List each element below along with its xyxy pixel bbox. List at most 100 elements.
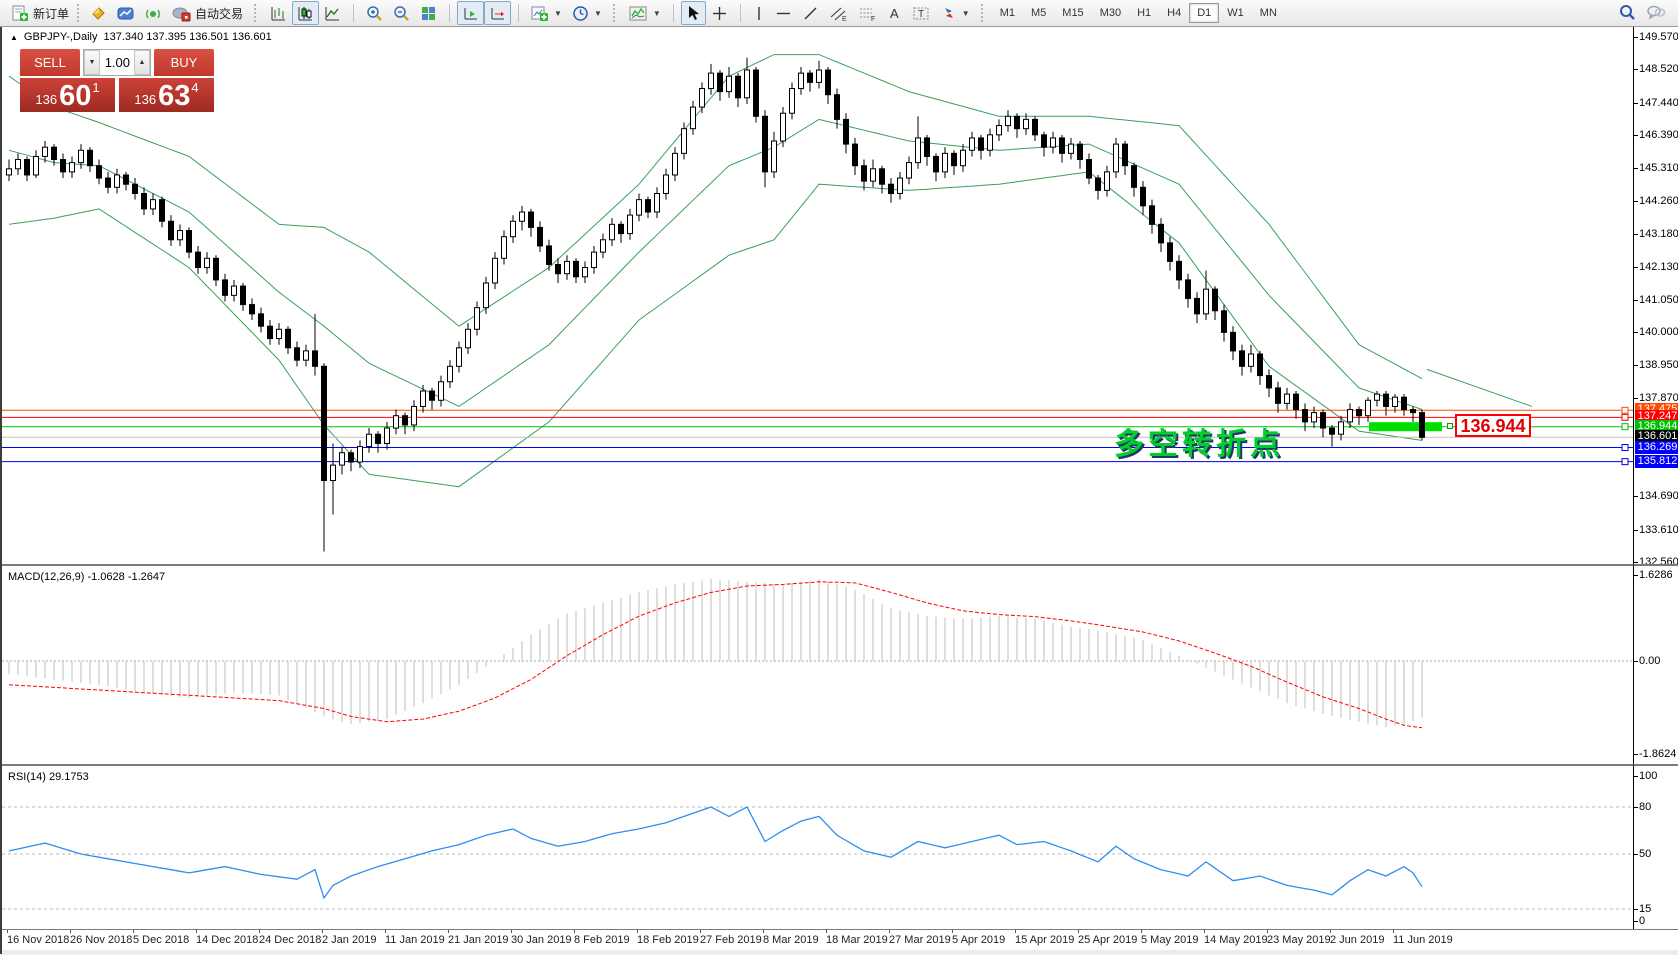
candlestick [376,434,381,443]
macd-axis[interactable]: 1.62860.00-1.8624 [1633,564,1678,764]
turning-point-annotation[interactable]: 多空转折点 [1114,419,1284,463]
community-chat-icon[interactable] [1646,3,1666,24]
text-tool-button[interactable]: A [882,1,907,25]
arrows-tool-button[interactable]: ▼ [936,1,975,25]
main-chart-plot[interactable] [2,27,1633,564]
chart-profiles-button[interactable]: ▼ [567,1,607,25]
cursor-tool-button[interactable] [681,1,706,25]
tile-windows-button[interactable] [415,1,442,25]
sell-button[interactable]: SELL [20,49,80,76]
top-toolbar: 新订单 自动交易 [0,0,1678,27]
timeframe-button-h1[interactable]: H1 [1129,3,1159,23]
zoom-out-icon [393,5,410,22]
charts-button[interactable] [112,1,140,25]
date-axis-label: 27 Mar 2019 [889,934,951,946]
broadcast-button[interactable] [140,1,167,25]
candlestick [1267,376,1272,388]
callout-anchor-handle[interactable] [1447,423,1453,429]
new-order-button[interactable]: 新订单 [7,1,74,25]
bar-chart-icon [270,5,287,22]
sell-price-big: 60 [59,81,91,111]
candlestick [556,264,561,273]
text-label-tool-button[interactable]: T [907,1,936,25]
price-axis[interactable]: 149.570148.520147.440146.390145.310144.2… [1633,27,1678,564]
date-axis-label: 14 May 2019 [1204,934,1268,946]
timeframe-button-mn[interactable]: MN [1252,3,1285,23]
candlestick [97,166,102,178]
candlestick [727,76,732,91]
channel-icon: E [829,5,848,22]
candlestick [268,326,273,338]
rsi-axis-tickmark [1634,854,1638,855]
clock-icon [572,5,589,22]
timeframe-button-m1[interactable]: M1 [992,3,1023,23]
rsi-panel-plot[interactable] [2,766,1633,929]
macd-axis-tickmark [1634,661,1638,662]
volume-decrease-button[interactable]: ▼ [84,50,100,75]
cursor-icon [686,5,701,21]
search-icon[interactable] [1618,3,1636,24]
vertical-line-tool-button[interactable] [748,1,770,25]
new-chart-button[interactable]: ▼ [526,1,567,25]
line-chart-mode-button[interactable] [319,1,346,25]
equidistant-channel-tool-button[interactable]: E [824,1,853,25]
candlestick [889,184,894,193]
date-axis-label: 5 Apr 2019 [952,934,1005,946]
line-handle[interactable] [1622,459,1628,465]
candlestick-mode-button[interactable] [292,1,319,25]
candlestick [1105,172,1110,191]
buy-button[interactable]: BUY [154,49,214,76]
chart-shift-button[interactable] [484,1,511,25]
date-axis[interactable]: 16 Nov 201826 Nov 20185 Dec 201814 Dec 2… [2,929,1678,950]
timeframe-button-m5[interactable]: M5 [1023,3,1054,23]
bar-chart-mode-button[interactable] [265,1,292,25]
line-handle[interactable] [1622,445,1628,451]
horizontal-line-tool-button[interactable] [770,1,797,25]
rsi-axis[interactable]: 1008050150 [1633,764,1678,929]
sell-price-button[interactable]: 136 60 1 [20,78,115,112]
candlestick [277,329,282,338]
candlestick [250,305,255,314]
timeframe-button-m30[interactable]: M30 [1092,3,1129,23]
chart-window: MACD(12,26,9) -1.0628 -1.2647 RSI(14) 29… [0,27,1678,954]
date-axis-label: 26 Nov 2018 [70,934,132,946]
candlestick [655,193,660,212]
date-axis-tickmark [700,930,701,933]
candlestick [133,184,138,193]
buy-price-button[interactable]: 136 63 4 [119,78,214,112]
macd-indicator-label: MACD(12,26,9) -1.0628 -1.2647 [8,571,165,583]
date-axis-label: 2 Jan 2019 [322,934,376,946]
volume-increase-button[interactable]: ▲ [134,50,150,75]
support-zone-rect[interactable] [1369,422,1442,431]
zoom-out-button[interactable] [388,1,415,25]
autotrading-button[interactable]: 自动交易 [167,1,248,25]
market-watch-button[interactable] [85,1,112,25]
line-handle[interactable] [1622,414,1628,420]
candlestick [943,153,948,172]
timeframe-button-d1[interactable]: D1 [1189,3,1219,23]
sell-price-prefix: 136 [35,92,57,107]
line-handle[interactable] [1622,407,1628,413]
timeframe-button-h4[interactable]: H4 [1159,3,1189,23]
candlestick [70,163,75,172]
line-handle[interactable] [1622,424,1628,430]
timeframe-button-w1[interactable]: W1 [1219,3,1252,23]
macd-panel-plot[interactable] [2,566,1633,764]
auto-scroll-button[interactable] [457,1,484,25]
date-axis-label: 14 Dec 2018 [196,934,258,946]
candlestick [988,135,993,150]
fibonacci-tool-button[interactable]: F [853,1,882,25]
text-icon: A [887,5,902,22]
candlestick [1249,354,1254,366]
volume-input[interactable]: 1.00 [100,50,134,75]
chart-cloud-icon [117,5,135,22]
price-callout-label[interactable]: 136.944 [1455,414,1531,437]
candlestick [79,150,84,162]
date-axis-label: 11 Jun 2019 [1393,934,1453,946]
zoom-in-button[interactable] [361,1,388,25]
indicators-button[interactable]: ▼ [624,1,666,25]
trendline-tool-button[interactable] [797,1,824,25]
crosshair-tool-button[interactable] [706,1,733,25]
timeframe-button-m15[interactable]: M15 [1054,3,1091,23]
candlestick [358,447,363,462]
